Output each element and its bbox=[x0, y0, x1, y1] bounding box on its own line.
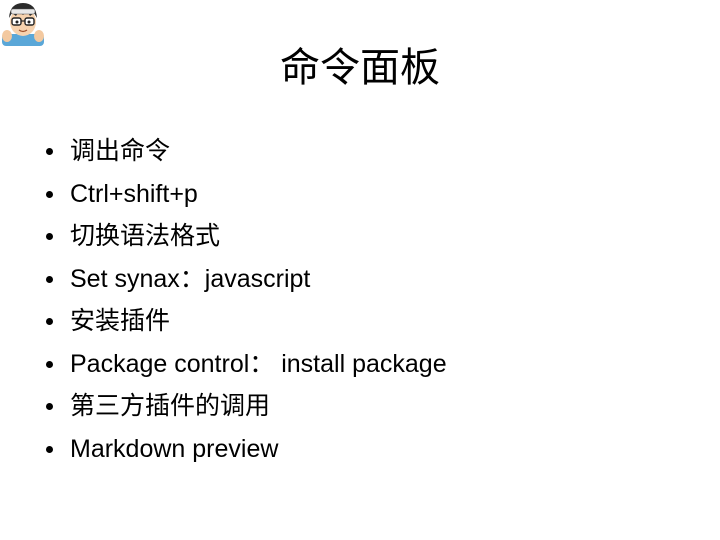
slide-title: 命令面板 bbox=[280, 45, 440, 91]
bullet-icon bbox=[46, 360, 53, 368]
bullet-list: 调出命令 Ctrl+shift+p 切换语法格式 Set synax：javas… bbox=[42, 130, 447, 470]
list-item-text: Ctrl+shift+p bbox=[70, 179, 198, 208]
list-item-text: 调出命令 bbox=[70, 137, 171, 165]
list-item: Markdown preview bbox=[42, 428, 447, 471]
list-item-text: 第三方插件的调用 bbox=[70, 392, 271, 420]
bullet-icon bbox=[46, 190, 53, 198]
list-item: Ctrl+shift+p bbox=[42, 173, 447, 216]
list-item-text: Set synax：javascript bbox=[70, 264, 311, 293]
bullet-icon bbox=[46, 403, 53, 410]
list-item-text: 切换语法格式 bbox=[70, 222, 221, 250]
list-item-text: Package control： install package bbox=[70, 349, 447, 378]
slide: 命令面板 调出命令 Ctrl+shift+p 切换语法格式 Set synax：… bbox=[0, 0, 720, 540]
bullet-icon bbox=[46, 148, 53, 155]
list-item-text: Markdown preview bbox=[70, 434, 279, 463]
list-item: 切换语法格式 bbox=[42, 215, 447, 258]
list-item: 第三方插件的调用 bbox=[42, 385, 447, 428]
list-item: Package control： install package bbox=[42, 343, 447, 386]
list-item: Set synax：javascript bbox=[42, 258, 447, 301]
bullet-icon bbox=[46, 233, 53, 240]
bullet-icon bbox=[46, 275, 53, 283]
list-item-text: 安装插件 bbox=[70, 307, 171, 335]
list-item: 安装插件 bbox=[42, 300, 447, 343]
bullet-icon bbox=[46, 445, 53, 453]
bullet-icon bbox=[46, 318, 53, 325]
list-item: 调出命令 bbox=[42, 130, 447, 173]
